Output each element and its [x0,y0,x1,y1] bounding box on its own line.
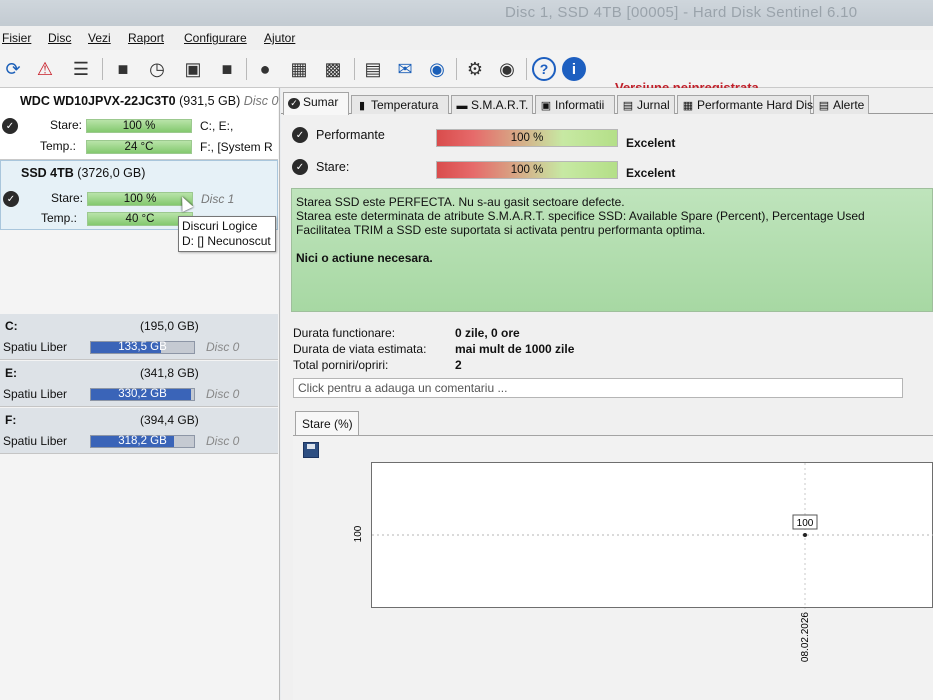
partition-size: (394,4 GB) [140,413,199,427]
partition-letter: C: [5,319,18,333]
menu-vezi[interactable]: Vezi [88,31,111,45]
menu-disc[interactable]: Disc [48,31,71,45]
tab-sumar[interactable]: ✓ Sumar [283,92,349,115]
thermometer-icon: ▮ [358,100,366,112]
tab-performante[interactable]: ▦ Performante Hard Disk [677,95,819,114]
temp-label: Temp.: [40,139,77,153]
partition-disc: Disc 0 [206,340,240,354]
partition-size: (195,0 GB) [140,319,199,333]
alert-small-icon: ▤ [818,100,830,112]
title-bar: Disc 1, SSD 4TB [00005] - Hard Disk Sent… [0,0,933,26]
journal-icon: ▤ [622,100,634,112]
temp-label: Temp.: [41,211,78,225]
info-small-icon: ▣ [540,100,552,112]
check-icon: ✓ [288,98,300,109]
disc-index: Disc 1 [201,192,235,206]
drive-clock-icon[interactable]: ◷ [144,56,170,82]
lifetime-label: Durata de viata estimata: [293,342,427,356]
performance-bar: 100 % [436,129,618,147]
status-message: Starea SSD este PERFECTA. Nu s-au gasit … [291,188,933,312]
network-icon[interactable]: ◉ [424,56,450,82]
info-icon[interactable]: i [562,57,586,81]
health-verdict: Excelent [626,166,676,180]
menu-configurare[interactable]: Configurare [184,31,247,45]
drive-stack-icon[interactable]: ▩ [320,56,346,82]
mail-icon[interactable]: ✉ [392,56,418,82]
health-label: Stare: [316,160,350,174]
graph-axes: 100 08.02.2026 [353,525,811,662]
stare-label: Stare: [50,118,83,132]
partition-disc: Disc 0 [206,387,240,401]
drive-icon[interactable]: ■ [110,56,136,82]
partition-letter: F: [5,413,17,427]
chart-icon: ▦ [682,100,694,112]
free-space-label: Spatiu Liber [3,387,68,401]
menu-bar: Fisier Disc Vezi Raport Configurare Ajut… [0,26,933,50]
drive-stack-icon[interactable]: ● [252,56,278,82]
health-bar: 100 % [436,161,618,179]
alert-icon[interactable]: ⚠ [32,56,58,82]
comment-input[interactable]: Click pentru a adauga un comentariu ... [293,378,903,398]
tab-stare-graph[interactable]: Stare (%) [295,411,359,435]
report-icon[interactable]: ▤ [360,56,386,82]
refresh-icon[interactable]: ⟳ [0,56,26,82]
drive-stack-icon[interactable]: ▦ [286,56,312,82]
health-bar: 100 % [86,119,192,133]
check-icon: ✓ [292,159,308,175]
window-title: Disc 1, SSD 4TB [00005] - Hard Disk Sent… [505,4,858,21]
disk-name: SSD 4TB (3726,0 GB) [21,166,146,180]
disk-panel: WDC WD10JPVX-22JC3T0 (931,5 GB) Disc 0 ✓… [0,88,280,700]
drive-letters: C:, E:, [200,119,234,133]
power-cycles-value: 2 [455,358,462,372]
partition-f[interactable]: F: (394,4 GB) Spatiu Liber 318,2 GB Disc… [0,408,278,454]
logical-disks-tooltip: Discuri Logice D: [] Necunoscut [178,216,276,252]
menu-fisier[interactable]: Fisier [2,31,31,45]
graph-panel: 100 100 08.02.2026 [293,435,933,700]
partition-e[interactable]: E: (341,8 GB) Spatiu Liber 330,2 GB Disc… [0,361,278,407]
partition-disc: Disc 0 [206,434,240,448]
tab-smart[interactable]: ▬ S.M.A.R.T. [451,95,533,114]
lifetime-value: mai mult de 1000 zile [455,342,575,356]
performance-verdict: Excelent [626,136,676,150]
disk-entry-wdc[interactable]: WDC WD10JPVX-22JC3T0 (931,5 GB) Disc 0 ✓… [0,88,278,160]
partition-c[interactable]: C: (195,0 GB) Spatiu Liber 133,5 GB Disc… [0,314,278,360]
toolbar: ⟳ ⚠ ☰ ■ ◷ ▣ ■ ● ▦ ▩ ▤ ✉ ◉ ⚙ ◉ ? i [0,50,933,88]
check-icon: ✓ [2,118,18,134]
free-space-label: Spatiu Liber [3,434,68,448]
x-tick-label: 08.02.2026 [800,612,811,662]
free-space-label: Spatiu Liber [3,340,68,354]
uptime-label: Durata functionare: [293,326,396,340]
power-cycles-label: Total porniri/opriri: [293,358,389,372]
tab-informatii[interactable]: ▣ Informatii [535,95,615,114]
drive-icon[interactable]: ■ [214,56,240,82]
details-panel: ✓ Sumar ▮ Temperatura ▬ S.M.A.R.T. ▣ Informa… [281,88,933,700]
menu-ajutor[interactable]: Ajutor [264,31,295,45]
drive-check-icon[interactable]: ▣ [180,56,206,82]
drive-letters-system: F:, [System R [200,140,273,154]
y-tick-label: 100 [353,525,364,542]
check-icon: ✓ [3,191,19,207]
menu-raport[interactable]: Raport [128,31,164,45]
tab-strip: ✓ Sumar ▮ Temperatura ▬ S.M.A.R.T. ▣ Informa… [281,92,933,115]
help-icon[interactable]: ? [532,57,556,81]
partition-size: (341,8 GB) [140,366,199,380]
disk-name: WDC WD10JPVX-22JC3T0 (931,5 GB) Disc 0 [20,94,279,108]
tab-jurnal[interactable]: ▤ Jurnal [617,95,675,114]
partition-letter: E: [5,366,17,380]
free-space-bar: 133,5 GB [90,341,195,354]
gear-icon[interactable]: ⚙ [462,56,488,82]
free-space-bar: 330,2 GB [90,388,195,401]
performance-label: Performante [316,128,385,142]
check-icon: ✓ [292,127,308,143]
stare-label: Stare: [51,191,84,205]
action-text: Nici o actiune necesara. [296,251,433,265]
uptime-value: 0 zile, 0 ore [455,326,520,340]
smart-icon: ▬ [456,100,468,112]
free-space-bar: 318,2 GB [90,435,195,448]
tab-alerte[interactable]: ▤ Alerte [813,95,869,114]
tab-temperatura[interactable]: ▮ Temperatura [351,95,449,114]
disk-list-icon[interactable]: ☰ [68,56,94,82]
temp-bar: 24 °C [86,140,192,154]
disk-gear-icon[interactable]: ◉ [494,56,520,82]
